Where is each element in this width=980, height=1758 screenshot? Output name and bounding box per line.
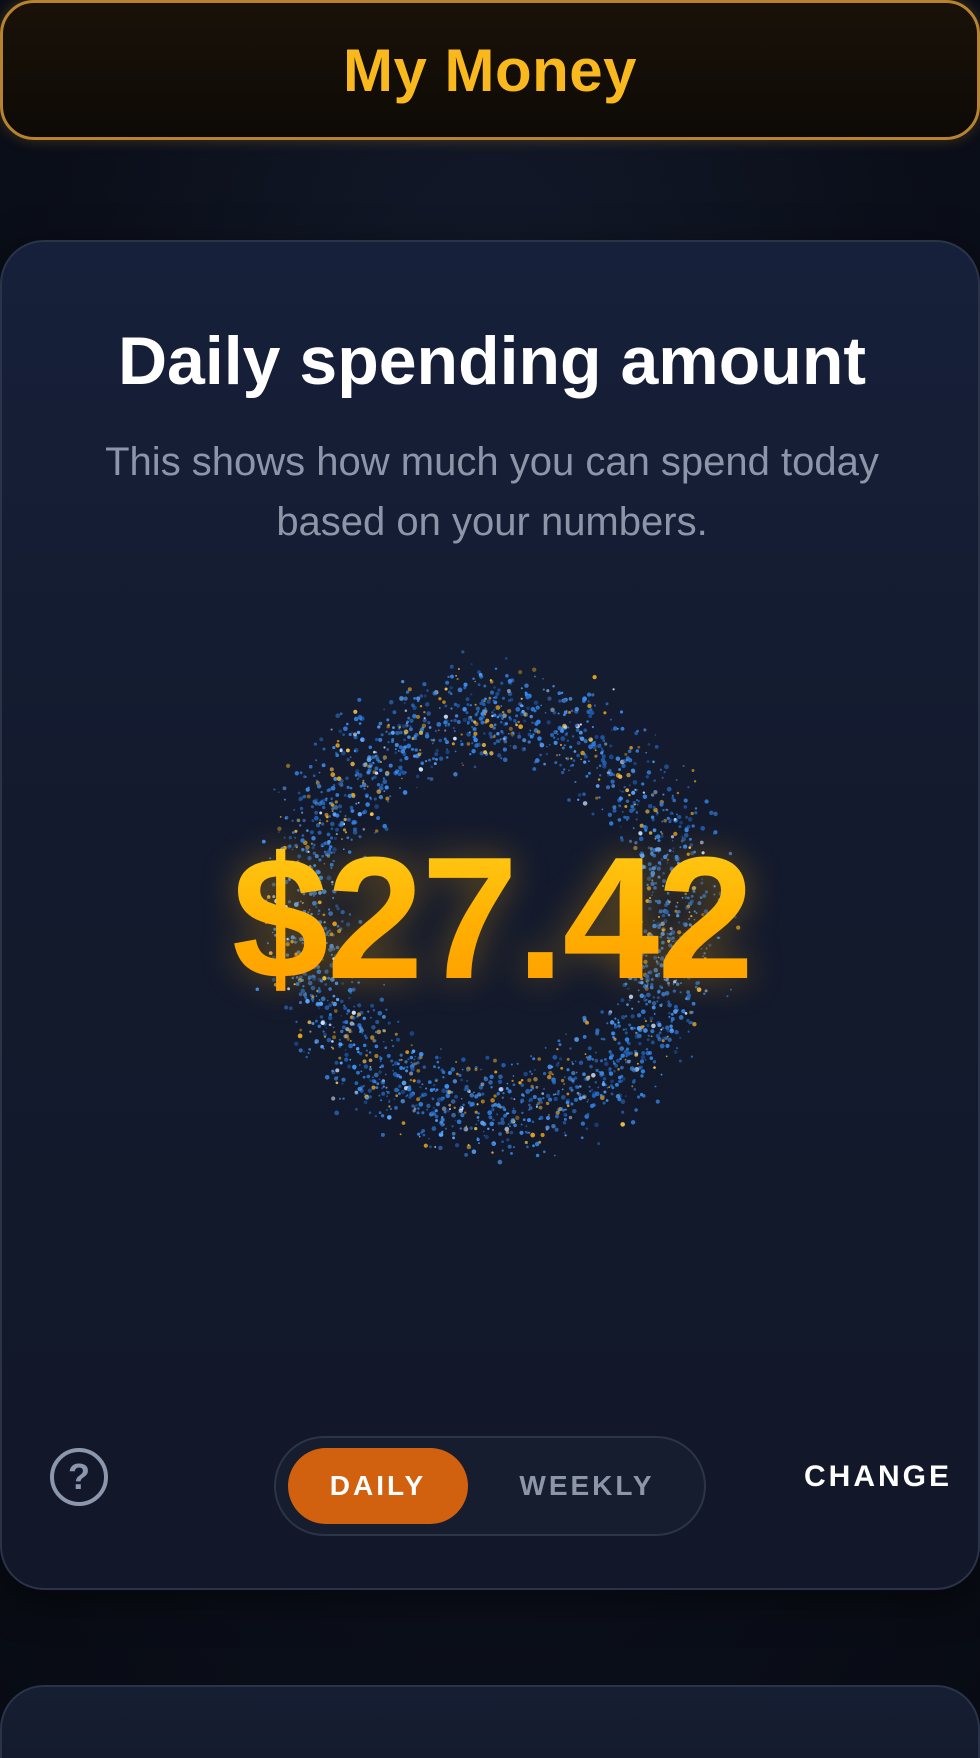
change-button[interactable]: CHANGE [772, 1460, 952, 1494]
card-title: Daily spending amount [117, 323, 867, 399]
spending-card: Daily spending amount This shows how muc… [0, 240, 980, 1590]
app-header: My Money [0, 0, 980, 140]
app-title: My Money [342, 36, 638, 104]
toggle-weekly[interactable]: WEEKLY [482, 1448, 692, 1524]
help-button[interactable]: ? [50, 1448, 108, 1506]
card-subtitle: This shows how much you can spend today … [105, 440, 879, 544]
next-card [0, 1685, 980, 1758]
toggle-daily[interactable]: DAILY [288, 1448, 468, 1524]
period-toggle: DAILY WEEKLY [274, 1436, 706, 1536]
question-circle-icon: ? [68, 1456, 90, 1497]
spending-amount: $27.42 [2, 817, 980, 1018]
